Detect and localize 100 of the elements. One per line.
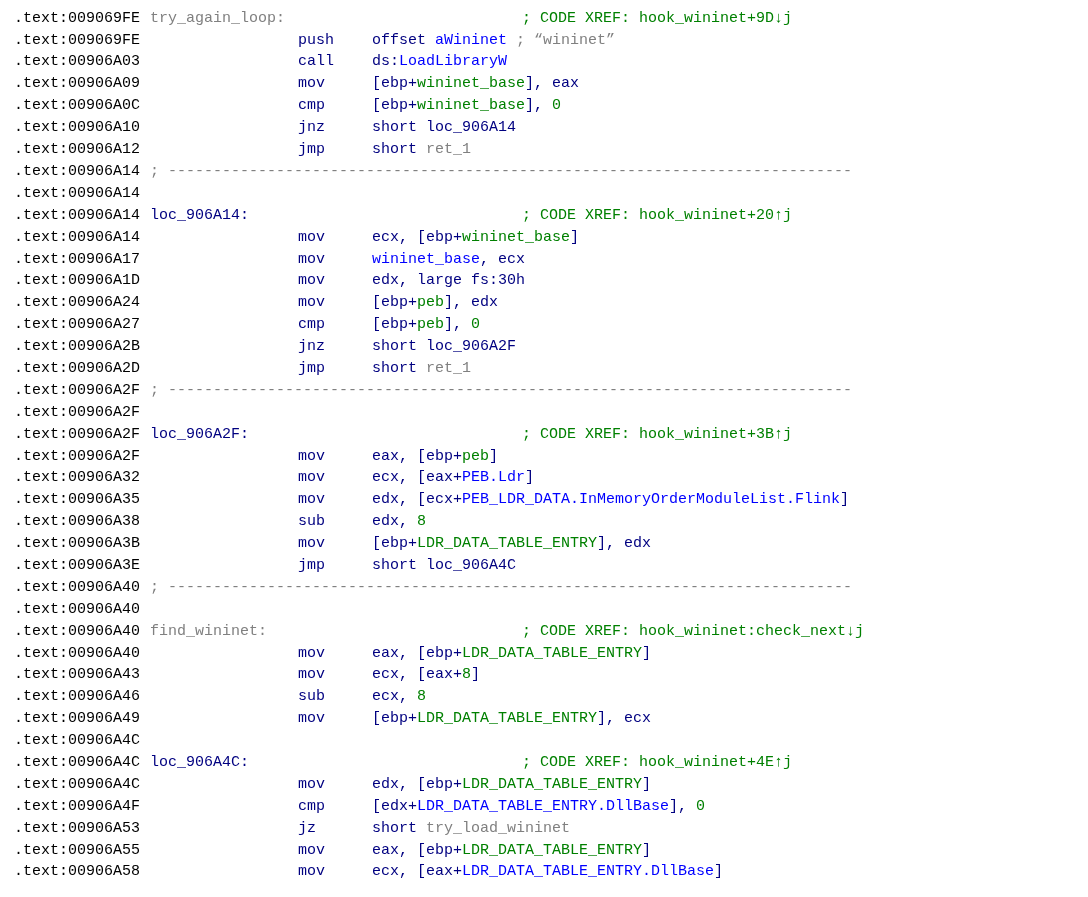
mnemonic: mov (298, 665, 326, 686)
xref-comment: ; CODE XREF: hook_wininet+4E↑j (522, 753, 793, 773)
operand: short loc_906A14 (372, 118, 517, 139)
address: .text:00906A09 (14, 74, 142, 95)
operand: ecx, 8 (372, 687, 427, 708)
operand: ecx, [ebp+wininet_base] (372, 227, 580, 248)
mnemonic: mov (298, 534, 326, 555)
address: .text:00906A53 (14, 818, 142, 839)
operand: eax, [ebp+LDR_DATA_TABLE_ENTRY] (372, 643, 652, 664)
operand: edx, [ecx+PEB_LDR_DATA.InMemoryOrderModuleList.Flink] (372, 490, 850, 511)
mnemonic: mov (298, 643, 326, 664)
mnemonic: mov (298, 774, 326, 795)
address: .text:00906A2B (14, 337, 142, 358)
address: .text:00906A17 (14, 249, 142, 270)
address: .text:00906A03 (14, 52, 142, 73)
operand: [ebp+peb], edx (372, 293, 499, 314)
address: .text:00906A4C (14, 774, 142, 795)
mnemonic: mov (298, 468, 326, 489)
mnemonic: mov (298, 271, 326, 292)
mnemonic: call (298, 52, 335, 73)
operand: short loc_906A4C (372, 555, 517, 576)
operand: short ret_1 (372, 140, 472, 161)
mnemonic: sub (298, 687, 326, 708)
mnemonic: mov (298, 227, 326, 248)
address: .text:00906A14 (14, 183, 142, 204)
address: .text:00906A14 (14, 161, 142, 182)
operand: edx, large fs:30h (372, 271, 526, 292)
operand: [ebp+LDR_DATA_TABLE_ENTRY], edx (372, 534, 652, 555)
operand: [ebp+peb], 0 (372, 315, 481, 336)
code-label: try_again_loop: (150, 9, 286, 27)
address: .text:00906A40 (14, 621, 142, 642)
code-label: loc_906A4C: (150, 754, 250, 771)
address: .text:00906A4C (14, 731, 142, 752)
mnemonic: jz (298, 818, 317, 839)
address: .text:00906A58 (14, 862, 142, 883)
address: .text:00906A32 (14, 468, 142, 489)
operand: eax, [ebp+peb] (372, 446, 499, 467)
operand: [ebp+LDR_DATA_TABLE_ENTRY], ecx (372, 709, 652, 730)
mnemonic: jmp (298, 555, 326, 576)
mnemonic: jnz (298, 118, 326, 139)
mnemonic: mov (298, 709, 326, 730)
code-label: find_wininet: (150, 622, 268, 640)
address: .text:00906A35 (14, 490, 142, 511)
address: .text:00906A40 (14, 577, 142, 598)
operand: eax, [ebp+LDR_DATA_TABLE_ENTRY] (372, 840, 652, 861)
operand: [edx+LDR_DATA_TABLE_ENTRY.DllBase], 0 (372, 796, 706, 817)
address: .text:00906A14 (14, 205, 142, 226)
address: .text:00906A1D (14, 271, 142, 292)
address: .text:00906A40 (14, 599, 142, 620)
operand: edx, [ebp+LDR_DATA_TABLE_ENTRY] (372, 774, 652, 795)
address: .text:00906A49 (14, 709, 142, 730)
operand: offset aWininet ; “wininet” (372, 30, 616, 51)
mnemonic: cmp (298, 315, 326, 336)
address: .text:00906A14 (14, 227, 142, 248)
address: .text:009069FE (14, 8, 142, 29)
mnemonic: cmp (298, 96, 326, 117)
separator-comment: ; ---------------------------------------------------------------------------- (150, 161, 853, 182)
mnemonic: jnz (298, 337, 326, 358)
address: .text:009069FE (14, 30, 142, 51)
address: .text:00906A24 (14, 293, 142, 314)
xref-comment: ; CODE XREF: hook_wininet+9D↓j (522, 8, 793, 29)
address: .text:00906A2D (14, 358, 142, 379)
address: .text:00906A3E (14, 555, 142, 576)
code-label: loc_906A2F: (150, 425, 250, 443)
address: .text:00906A4F (14, 796, 142, 817)
operand: ecx, [eax+LDR_DATA_TABLE_ENTRY.DllBase] (372, 862, 724, 883)
separator-comment: ; ---------------------------------------------------------------------------- (150, 380, 853, 401)
operand: ds:LoadLibraryW (372, 52, 508, 73)
xref-comment: ; CODE XREF: hook_wininet:check_next↓j (522, 621, 865, 642)
separator-comment: ; ---------------------------------------------------------------------------- (150, 577, 853, 598)
operand: short loc_906A2F (372, 337, 517, 358)
mnemonic: jmp (298, 358, 326, 379)
mnemonic: mov (298, 862, 326, 883)
address: .text:00906A43 (14, 665, 142, 686)
address: .text:00906A27 (14, 315, 142, 336)
operand: ecx, [eax+8] (372, 665, 481, 686)
operand: [ebp+wininet_base], 0 (372, 96, 562, 117)
address: .text:00906A55 (14, 840, 142, 861)
mnemonic: push (298, 30, 335, 51)
address: .text:00906A10 (14, 118, 142, 139)
mnemonic: sub (298, 512, 326, 533)
mnemonic: jmp (298, 140, 326, 161)
address: .text:00906A40 (14, 643, 142, 664)
address: .text:00906A38 (14, 512, 142, 533)
address: .text:00906A46 (14, 687, 142, 708)
address: .text:00906A3B (14, 534, 142, 555)
mnemonic: cmp (298, 796, 326, 817)
mnemonic: mov (298, 840, 326, 861)
mnemonic: mov (298, 490, 326, 511)
mnemonic: mov (298, 249, 326, 270)
xref-comment: ; CODE XREF: hook_wininet+20↑j (522, 205, 793, 226)
address: .text:00906A2F (14, 380, 142, 401)
address: .text:00906A4C (14, 753, 142, 773)
address: .text:00906A12 (14, 140, 142, 161)
operand: ecx, [eax+PEB.Ldr] (372, 468, 535, 489)
address: .text:00906A0C (14, 96, 142, 117)
mnemonic: mov (298, 446, 326, 467)
address: .text:00906A2F (14, 402, 142, 423)
operand: short try_load_wininet (372, 818, 571, 839)
operand: [ebp+wininet_base], eax (372, 74, 580, 95)
